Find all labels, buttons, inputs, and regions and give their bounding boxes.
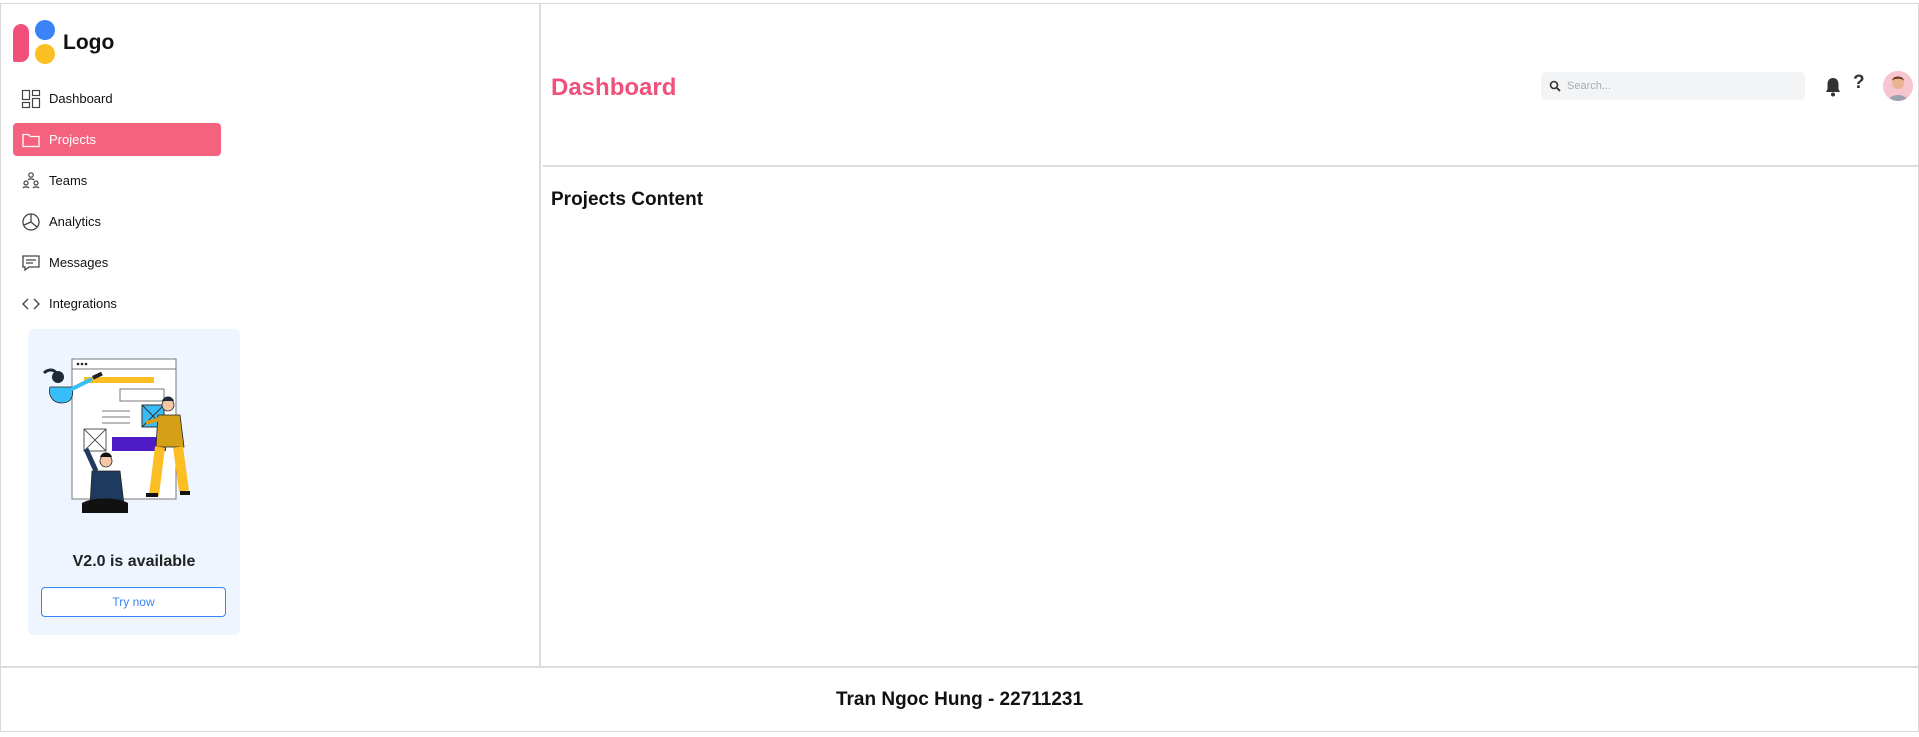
sidebar-item-projects[interactable]: Projects <box>13 123 221 156</box>
logo[interactable]: Logo <box>13 20 114 66</box>
promo-title: V2.0 is available <box>72 553 196 570</box>
search-bar[interactable] <box>1541 72 1805 100</box>
top-header: Dashboard ? <box>543 4 1918 167</box>
message-icon <box>21 253 41 273</box>
sidebar-item-label: Dashboard <box>49 91 113 106</box>
avatar[interactable] <box>1883 71 1913 101</box>
footer-text: Tran Ngoc Hung - 22711231 <box>835 688 1084 710</box>
folder-icon <box>21 130 41 150</box>
sidebar-item-label: Analytics <box>49 214 102 229</box>
sidebar: Logo Dashboard Projects Teams Analytics … <box>1 4 541 666</box>
bell-icon[interactable] <box>1823 76 1843 98</box>
search-input[interactable] <box>1567 80 1797 92</box>
logo-text: Logo <box>63 31 115 54</box>
sidebar-item-teams[interactable]: Teams <box>13 164 221 197</box>
main-content: Projects Content <box>543 167 1918 666</box>
team-collaboration-illustration <box>42 358 190 513</box>
sidebar-item-analytics[interactable]: Analytics <box>13 205 221 238</box>
sidebar-item-label: Projects <box>49 132 96 147</box>
footer: Tran Ngoc Hung - 22711231 <box>1 666 1918 731</box>
pie-chart-icon <box>21 212 41 232</box>
code-icon <box>21 294 41 314</box>
sidebar-nav: Dashboard Projects Teams Analytics Messa… <box>13 82 221 328</box>
sidebar-item-label: Teams <box>49 173 88 188</box>
teams-icon <box>21 171 41 191</box>
sidebar-item-label: Messages <box>49 255 109 270</box>
try-now-button[interactable]: Try now <box>41 587 226 617</box>
sidebar-item-integrations[interactable]: Integrations <box>13 287 221 320</box>
logo-mark-icon <box>13 20 59 66</box>
upgrade-promo-card: V2.0 is available Try now <box>28 329 240 635</box>
search-icon <box>1549 80 1561 92</box>
content-title: Projects Content <box>551 189 704 210</box>
page-title: Dashboard <box>551 74 677 101</box>
sidebar-item-label: Integrations <box>49 296 117 311</box>
sidebar-item-dashboard[interactable]: Dashboard <box>13 82 221 115</box>
dashboard-icon <box>21 89 41 109</box>
help-icon[interactable]: ? <box>1853 72 1865 94</box>
sidebar-item-messages[interactable]: Messages <box>13 246 221 279</box>
